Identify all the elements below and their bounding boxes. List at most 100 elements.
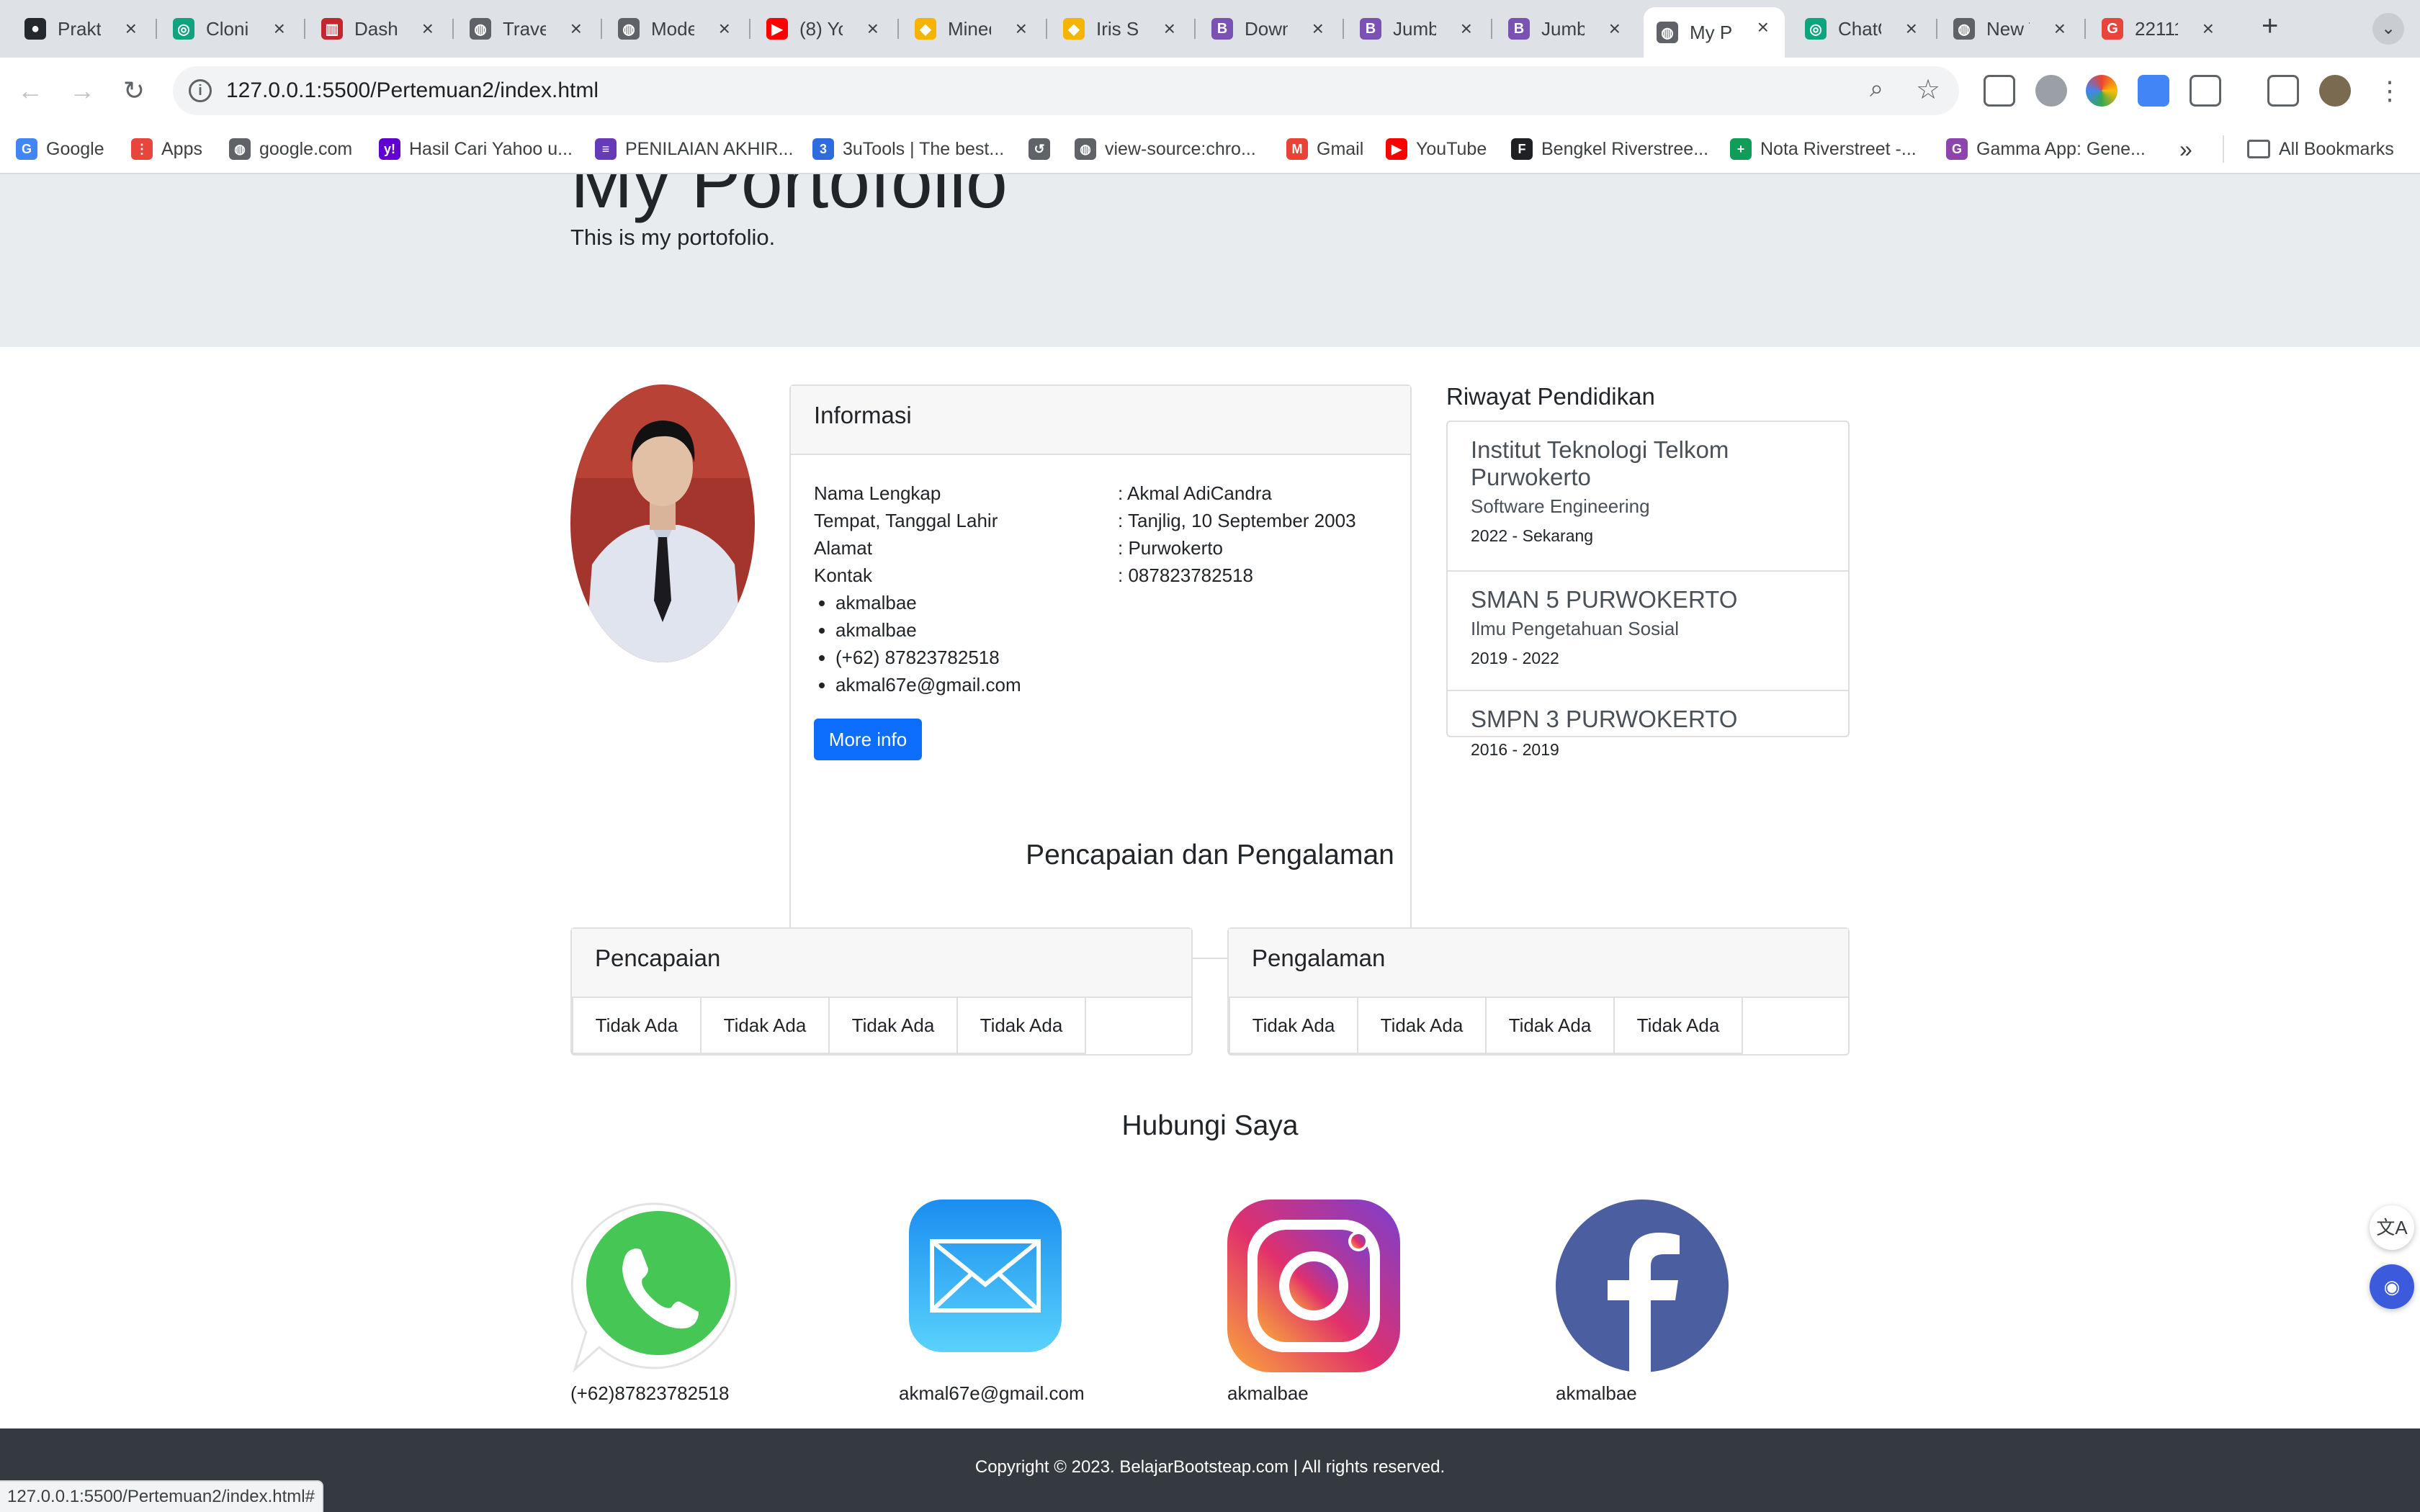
assistant-bot-icon[interactable]: ◉	[2370, 1264, 2414, 1309]
tab-close-icon[interactable]: ×	[274, 17, 285, 40]
bookmark-item[interactable]: ≡ PENILAIAN AKHIR...	[595, 135, 793, 163]
browser-tab[interactable]: ◆ Iris Sl ×	[1050, 9, 1191, 49]
school-years: 2022 - Sekarang	[1471, 526, 1594, 545]
list-item: SMAN 5 PURWOKERTO Ilmu Pengetahuan Sosia…	[1448, 570, 1848, 690]
bookmark-label: Apps	[161, 138, 202, 159]
email-contact[interactable]: akmal67e@gmail.com	[899, 1200, 1085, 1404]
bookmark-item[interactable]: ▶ YouTube	[1386, 135, 1487, 163]
reload-button[interactable]: ↻	[114, 71, 154, 111]
info-value: : Akmal AdiCandra	[1118, 482, 1272, 504]
forward-button[interactable]: →	[62, 71, 102, 111]
bookmark-favicon-icon: ◍	[229, 138, 251, 160]
browser-menu-icon[interactable]: ⋮	[2370, 71, 2410, 111]
tab-close-icon[interactable]: ×	[1609, 17, 1621, 40]
more-info-button[interactable]: More info	[814, 719, 922, 760]
instagram-contact[interactable]: akmalbae	[1227, 1200, 1400, 1404]
tab-close-icon[interactable]: ×	[422, 17, 434, 40]
bookmark-item[interactable]: y! Hasil Cari Yahoo u...	[379, 135, 573, 163]
tab-close-icon[interactable]: ×	[125, 17, 137, 40]
extensions-puzzle-icon[interactable]	[2190, 75, 2221, 107]
side-panel-icon[interactable]	[2267, 75, 2299, 107]
info-value: : Purwokerto	[1118, 537, 1223, 559]
tab-close-icon[interactable]: ×	[2054, 17, 2066, 40]
contact-list: akmalbae akmalbae (+62) 87823782518 akma…	[835, 589, 1021, 698]
new-tab-button[interactable]: +	[2262, 10, 2278, 42]
facebook-contact[interactable]: akmalbae	[1556, 1200, 1729, 1404]
browser-tab[interactable]: B Down ×	[1198, 9, 1340, 49]
tab-favicon-icon: ◍	[1953, 18, 1975, 40]
profile-avatar[interactable]	[2319, 75, 2351, 107]
browser-tab[interactable]: ◆ Mined ×	[902, 9, 1043, 49]
color-picker-extension-icon[interactable]	[2086, 75, 2118, 107]
bookmark-item[interactable]: ◍ view-source:chro...	[1075, 135, 1256, 163]
tab-close-icon[interactable]: ×	[1757, 16, 1769, 39]
bookmark-item[interactable]: M Gmail	[1286, 135, 1363, 163]
bookmark-label: Nota Riverstreet -...	[1760, 138, 1917, 159]
mail-icon[interactable]	[899, 1200, 1072, 1372]
zoom-icon[interactable]: ⌕	[1870, 75, 1883, 103]
list-item: akmalbae	[835, 589, 1021, 616]
back-button[interactable]: ←	[10, 71, 50, 111]
tab-title: Prakti	[58, 17, 101, 40]
browser-tab[interactable]: G 22111 ×	[2089, 9, 2230, 49]
footer: Copyright © 2023. BelajarBootsteap.com |…	[0, 1428, 2420, 1512]
address-url[interactable]: 127.0.0.1:5500/Pertemuan2/index.html	[226, 78, 599, 103]
tab-close-icon[interactable]: ×	[1906, 17, 1917, 40]
bookmark-item[interactable]: ◍ google.com	[229, 135, 352, 163]
facebook-icon[interactable]	[1556, 1200, 1729, 1372]
bookmark-label: 3uTools | The best...	[843, 138, 1005, 159]
tab-close-icon[interactable]: ×	[719, 17, 730, 40]
tab-close-icon[interactable]: ×	[1016, 17, 1027, 40]
bookmark-item[interactable]: 3 3uTools | The best...	[812, 135, 1004, 163]
browser-tab[interactable]: B Jumb ×	[1495, 9, 1636, 49]
tab-close-icon[interactable]: ×	[867, 17, 879, 40]
tab-title: ChatG	[1838, 17, 1881, 40]
extension-icon[interactable]	[2035, 75, 2067, 107]
browser-tab[interactable]: ◍ My Pc ×	[1644, 7, 1785, 58]
bookmark-favicon-icon: ↺	[1028, 138, 1050, 160]
browser-tab[interactable]: ◍ Travel ×	[457, 9, 598, 49]
tab-title: My Pc	[1690, 21, 1733, 43]
browser-tab[interactable]: B Jumb ×	[1347, 9, 1488, 49]
tab-search-button[interactable]: ⌄	[2372, 13, 2404, 45]
translate-icon[interactable]: 文A	[2370, 1205, 2414, 1250]
browser-tab[interactable]: ◎ ChatG ×	[1792, 9, 1933, 49]
bookmark-favicon-icon: G	[1946, 138, 1968, 160]
address-bar[interactable]: i 127.0.0.1:5500/Pertemuan2/index.html ⌕…	[173, 66, 1959, 115]
extension-icon[interactable]	[2138, 75, 2169, 107]
tab-close-icon[interactable]: ×	[2202, 17, 2214, 40]
site-info-icon[interactable]: i	[189, 79, 212, 102]
whatsapp-contact[interactable]: (+62)87823782518	[570, 1200, 743, 1404]
bookmark-star-icon[interactable]: ☆	[1916, 73, 1940, 106]
bookmark-item[interactable]: F Bengkel Riverstree...	[1511, 135, 1708, 163]
browser-tab[interactable]: ● Prakti ×	[12, 9, 153, 49]
browser-tab[interactable]: ◎ Clonin ×	[160, 9, 301, 49]
whatsapp-icon[interactable]	[570, 1200, 743, 1373]
bookmark-label: Hasil Cari Yahoo u...	[409, 138, 573, 159]
bookmark-item[interactable]: G Google	[16, 135, 104, 163]
browser-tab[interactable]: ▥ Dashb ×	[308, 9, 449, 49]
bookmark-item[interactable]: ⋮ Apps	[131, 135, 202, 163]
bookmark-item[interactable]: + Nota Riverstreet -...	[1730, 135, 1917, 163]
bookmark-item[interactable]: ↺	[1028, 135, 1050, 163]
bookmarks-overflow-button[interactable]: »	[2179, 135, 2192, 163]
browser-tab[interactable]: ◍ New T ×	[1940, 9, 2081, 49]
tab-separator	[1936, 19, 1937, 39]
bookmark-label: PENILAIAN AKHIR...	[625, 138, 794, 159]
tab-title: Clonin	[206, 17, 249, 40]
pencapaian-card: Pencapaian Tidak Ada Tidak Ada Tidak Ada…	[570, 927, 1193, 1056]
tab-close-icon[interactable]: ×	[1461, 17, 1472, 40]
browser-tab[interactable]: ▶ (8) Yo ×	[753, 9, 895, 49]
tab-title: Mode	[651, 17, 694, 40]
instagram-icon[interactable]	[1227, 1200, 1400, 1372]
contact-label: akmal67e@gmail.com	[899, 1382, 1085, 1404]
bookmark-item[interactable]: G Gamma App: Gene...	[1946, 135, 2146, 163]
list-item: Tidak Ada	[828, 996, 958, 1054]
tab-close-icon[interactable]: ×	[570, 17, 582, 40]
tab-close-icon[interactable]: ×	[1164, 17, 1175, 40]
reading-mode-icon[interactable]	[1984, 75, 2015, 107]
browser-tab[interactable]: ◍ Mode ×	[605, 9, 746, 49]
tab-close-icon[interactable]: ×	[1312, 17, 1324, 40]
bookmark-label: Bengkel Riverstree...	[1541, 138, 1709, 159]
all-bookmarks-button[interactable]: All Bookmarks	[2223, 135, 2394, 163]
